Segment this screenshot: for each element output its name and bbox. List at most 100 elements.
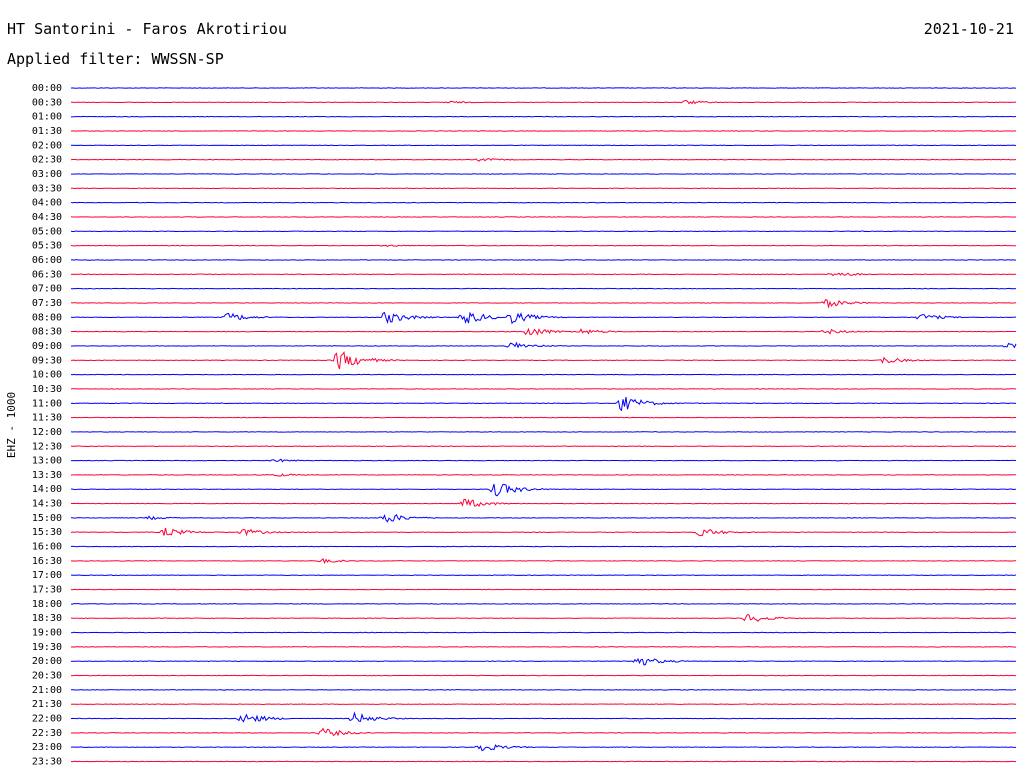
row-time-label: 19:00 (32, 628, 62, 639)
row-time-label: 22:00 (32, 714, 62, 725)
trace-row (70, 689, 1017, 691)
trace-row (70, 351, 1017, 370)
trace-row (70, 388, 1017, 390)
trace-group (70, 87, 1017, 763)
trace-row (70, 473, 1017, 477)
row-time-label: 05:00 (32, 226, 62, 237)
row-time-label: 16:00 (32, 542, 62, 553)
trace-row (70, 545, 1017, 548)
trace-row (70, 557, 1017, 565)
trace-row (70, 646, 1017, 648)
trace-row (70, 373, 1017, 376)
row-time-label: 01:30 (32, 126, 62, 137)
trace-row (70, 445, 1017, 448)
helicorder-plot: 00:00 00:30 01:00 01:30 02:00 02:30 03:00 03:30… (5, 83, 1017, 768)
row-time-label: 05:30 (32, 241, 62, 252)
row-time-label: 23:30 (32, 757, 62, 768)
trace-row (70, 187, 1017, 190)
trace-row (70, 311, 1017, 325)
trace-row (70, 201, 1017, 204)
trace-row (70, 130, 1017, 132)
row-time-label: 16:30 (32, 556, 62, 567)
trace-row (70, 416, 1017, 419)
row-time-label: 14:30 (32, 499, 62, 510)
row-time-label: 12:30 (32, 441, 62, 452)
trace-row (70, 396, 1017, 412)
trace-row (70, 483, 1017, 497)
trace-row (70, 144, 1017, 147)
row-time-label: 11:00 (32, 398, 62, 409)
row-time-label: 18:00 (32, 599, 62, 610)
trace-row (70, 657, 1017, 666)
row-time-label: 06:00 (32, 255, 62, 266)
trace-row (70, 458, 1017, 463)
trace-row (70, 744, 1017, 752)
row-time-label: 03:30 (32, 183, 62, 194)
row-time-label: 02:30 (32, 155, 62, 166)
row-time-label: 10:30 (32, 384, 62, 395)
trace-row (70, 588, 1017, 591)
row-time-label: 17:30 (32, 585, 62, 596)
row-time-label: 06:30 (32, 269, 62, 280)
trace-row (70, 287, 1017, 290)
trace-row (70, 603, 1017, 605)
row-time-label: 04:30 (32, 212, 62, 223)
row-time-label: 22:30 (32, 728, 62, 739)
trace-row (70, 216, 1017, 218)
time-label-group: 00:00 00:30 01:00 01:30 02:00 02:30 03:00 03:30… (32, 83, 62, 768)
trace-row (70, 431, 1017, 433)
row-time-label: 15:00 (32, 513, 62, 524)
trace-row (70, 259, 1017, 261)
trace-row (70, 327, 1017, 336)
row-time-label: 08:30 (32, 327, 62, 338)
row-time-label: 15:30 (32, 527, 62, 538)
trace-row (70, 498, 1017, 508)
trace-row (70, 527, 1017, 537)
row-time-label: 11:30 (32, 413, 62, 424)
row-time-label: 21:30 (32, 699, 62, 710)
trace-row (70, 244, 1017, 248)
row-time-label: 07:00 (32, 284, 62, 295)
trace-row (70, 230, 1017, 233)
trace-row (70, 99, 1017, 105)
row-time-label: 20:30 (32, 671, 62, 682)
row-time-label: 10:00 (32, 370, 62, 381)
trace-row (70, 674, 1017, 677)
row-time-label: 01:00 (32, 112, 62, 123)
trace-row (70, 711, 1017, 723)
trace-row (70, 87, 1017, 89)
row-time-label: 00:00 (32, 83, 62, 94)
row-time-label: 03:00 (32, 169, 62, 180)
trace-row (70, 341, 1017, 349)
trace-row (70, 173, 1017, 175)
y-axis-label: EHZ - 1000 (5, 392, 18, 458)
trace-row (70, 158, 1017, 162)
trace-row (70, 115, 1017, 118)
trace-row (70, 727, 1017, 737)
trace-row (70, 299, 1017, 309)
row-time-label: 13:30 (32, 470, 62, 481)
row-time-label: 17:00 (32, 570, 62, 581)
row-time-label: 13:00 (32, 456, 62, 467)
row-time-label: 02:00 (32, 140, 62, 151)
trace-row (70, 760, 1017, 763)
trace-row (70, 574, 1017, 576)
trace-row (71, 614, 1017, 622)
row-time-label: 20:00 (32, 656, 62, 667)
row-time-label: 08:00 (32, 312, 62, 323)
row-time-label: 19:30 (32, 642, 62, 653)
row-time-label: 07:30 (32, 298, 62, 309)
trace-row (70, 514, 1017, 523)
row-time-label: 14:00 (32, 484, 62, 495)
row-time-label: 12:00 (32, 427, 62, 438)
trace-row (70, 703, 1017, 705)
trace-row (70, 272, 1017, 277)
row-time-label: 21:00 (32, 685, 62, 696)
trace-row (70, 631, 1017, 634)
row-time-label: 18:30 (32, 613, 62, 624)
row-time-label: 09:30 (32, 355, 62, 366)
row-time-label: 00:30 (32, 97, 62, 108)
row-time-label: 04:00 (32, 198, 62, 209)
row-time-label: 09:00 (32, 341, 62, 352)
row-time-label: 23:00 (32, 742, 62, 753)
